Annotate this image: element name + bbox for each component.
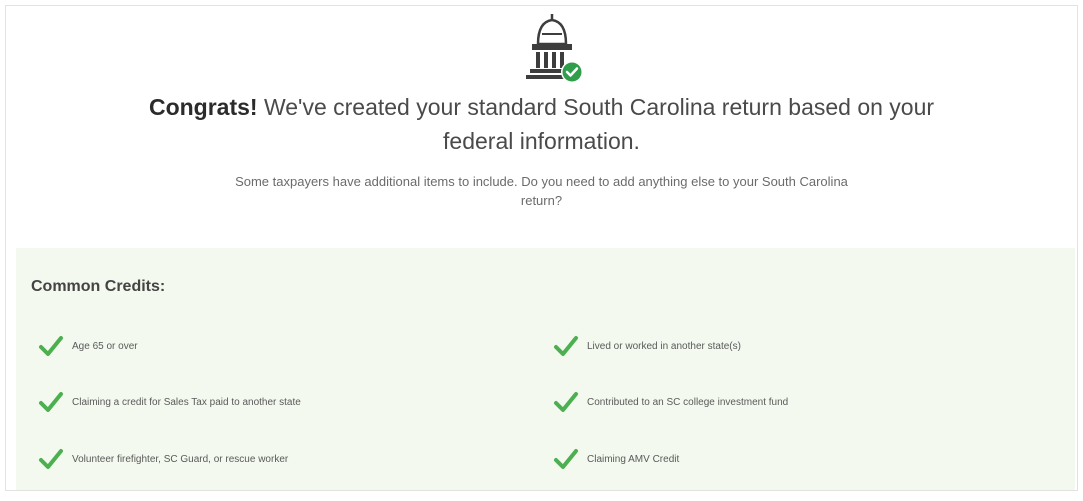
headline-congrats: Congrats! [148,94,258,120]
credit-item-college-fund: Contributed to an SC college investment … [553,390,788,414]
credit-item-label: Age 65 or over [72,340,138,352]
green-checkmark-icon [39,449,63,469]
credit-item-age-65: Age 65 or over [38,334,138,358]
credit-item-volunteer: Volunteer firefighter, SC Guard, or resc… [38,447,288,471]
green-checkmark-icon [554,392,578,412]
capitol-building-icon [516,10,588,86]
credit-item-label: Claiming a credit for Sales Tax paid to … [72,396,301,408]
credit-item-label: Claiming AMV Credit [587,453,680,465]
subtext-line-1: Some taxpayers have additional items to … [235,174,848,189]
page-headline: Congrats! We've created your standard So… [6,90,1077,158]
green-checkmark-icon [39,392,63,412]
green-checkmark-icon [554,449,578,469]
headline-line-2: federal information. [443,128,640,154]
credit-item-other-state: Lived or worked in another state(s) [553,334,741,358]
credit-item-amv: Claiming AMV Credit [553,447,679,471]
credit-item-label: Lived or worked in another state(s) [587,340,741,352]
green-checkmark-icon [39,336,63,356]
credit-item-sales-tax: Claiming a credit for Sales Tax paid to … [38,390,301,414]
page-subtext: Some taxpayers have additional items to … [146,172,937,210]
common-credits-panel: Common Credits: Age 65 or over Claiming … [16,248,1075,490]
common-credits-title: Common Credits: [31,278,166,295]
green-checkmark-icon [554,336,578,356]
headline-text: We've created your standard South Caroli… [257,94,935,120]
credit-item-label: Volunteer firefighter, SC Guard, or resc… [72,453,289,465]
credit-item-label: Contributed to an SC college investment … [587,396,789,408]
headline-line-1: Congrats! We've created your standard So… [6,90,1077,124]
page-frame: Congrats! We've created your standard So… [5,5,1078,491]
subtext-line-2: return? [520,193,563,208]
hero-section: Congrats! We've created your standard So… [6,6,1077,246]
